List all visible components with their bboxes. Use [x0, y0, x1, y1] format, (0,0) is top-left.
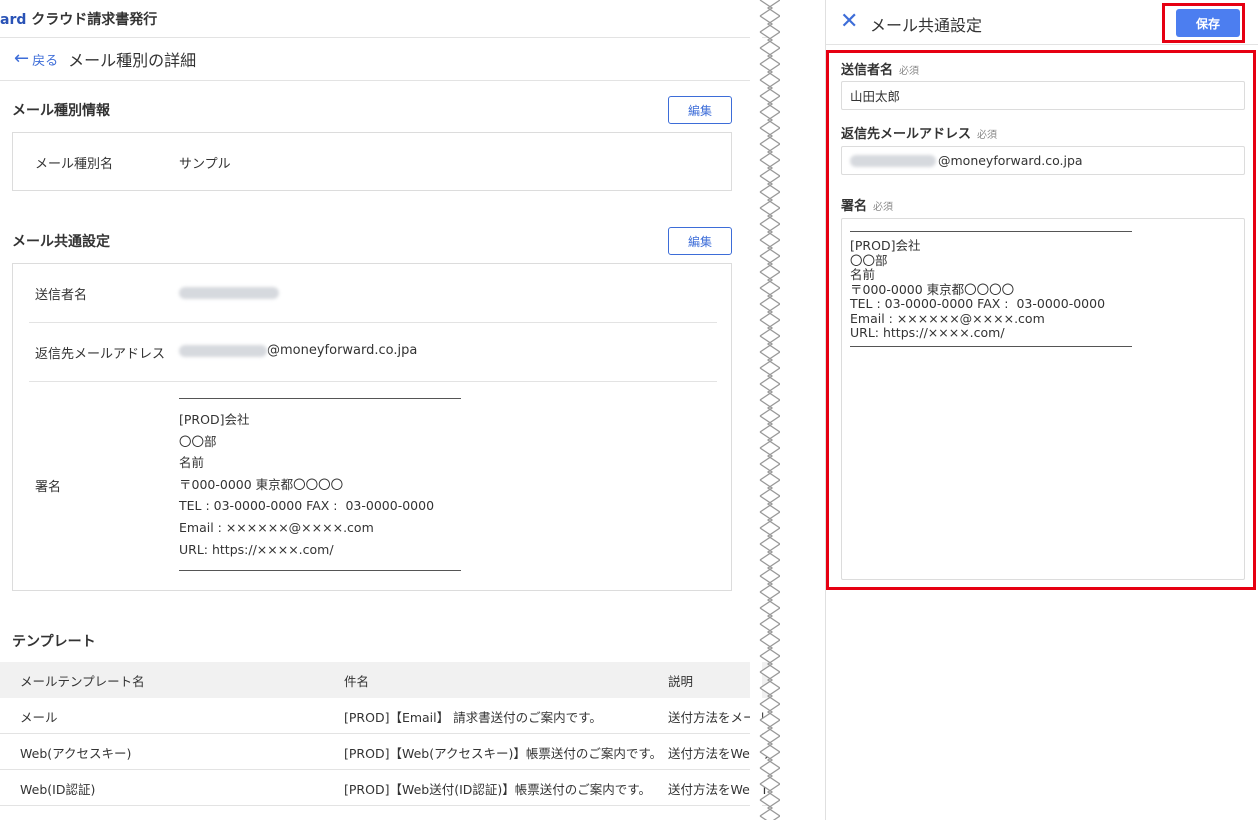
signature-bottom-rule: [850, 346, 1132, 347]
signature-line: Email : ××××××@××××.com: [850, 310, 1045, 326]
save-button[interactable]: 保存: [1176, 9, 1240, 37]
mail-type-heading: メール種別情報: [12, 103, 110, 119]
mail-type-detail-page: ard クラウド請求書発行 ← 戻る メール種別の詳細 メール種別情報 編集 メ…: [0, 0, 770, 820]
template-subject-cell: [PROD]【Email】 請求書送付のご案内です。: [344, 709, 602, 725]
signature-label: 署名: [35, 480, 62, 495]
signature-line: TEL : 03-0000-0000 FAX : 03-0000-0000: [850, 296, 1106, 311]
reply-address-input[interactable]: @moneyforward.co.jpa: [841, 146, 1245, 175]
signature-line: 〇〇部: [850, 252, 888, 268]
row-divider: [29, 322, 717, 323]
page-header: ← 戻る メール種別の詳細: [0, 38, 770, 81]
required-badge: 必須: [873, 202, 894, 213]
common-settings-drawer: ✕ メール共通設定 保存 送信者名 必須 山田太郎 返信先メールアドレス 必須 @m…: [825, 0, 1258, 820]
reply-address-value: @moneyforward.co.jpa: [179, 343, 417, 358]
zigzag-cut-divider: [750, 0, 790, 820]
template-subject-cell: [PROD]【Web送付(ID認証)】帳票送付のご案内です。: [344, 781, 652, 797]
sender-name-label: 送信者名: [35, 288, 88, 303]
app-header: ard クラウド請求書発行: [0, 0, 770, 38]
common-settings-box: 送信者名 返信先メールアドレス @moneyforward.co.jpa 署名 …: [12, 263, 732, 591]
edit-common-settings-button[interactable]: 編集: [668, 227, 732, 255]
table-header-row: メールテンプレート名 件名 説明: [0, 662, 770, 698]
sender-name-value-redacted: [179, 285, 279, 300]
row-divider: [29, 381, 717, 382]
signature-line: 名前: [850, 267, 876, 282]
table-row[interactable]: メール [PROD]【Email】 請求書送付のご案内です。 送付方法をメール: [0, 698, 770, 734]
reply-address-label: 返信先メールアドレス: [35, 347, 166, 362]
drawer-title: メール共通設定: [870, 16, 983, 35]
reply-address-field-label: 返信先メールアドレス 必須: [841, 123, 997, 142]
signature-bottom-rule: [179, 570, 461, 571]
table-row[interactable]: Web(ID認証) [PROD]【Web送付(ID認証)】帳票送付のご案内です。…: [0, 770, 770, 806]
back-label: 戻る: [32, 53, 59, 69]
signature-line: TEL : 03-0000-0000 FAX : 03-0000-0000: [179, 498, 435, 514]
arrow-left-icon: ←: [14, 48, 30, 69]
required-badge: 必須: [899, 66, 920, 77]
mail-type-name-value: サンプル: [179, 157, 231, 172]
required-badge: 必須: [977, 130, 998, 141]
mail-type-name-label: メール種別名: [35, 157, 114, 172]
template-subject-cell: [PROD]【Web(アクセスキー)】帳票送付のご案内です。: [344, 745, 663, 761]
signature-line: 〇〇部: [179, 433, 217, 449]
form-highlight-box: 送信者名 必須 山田太郎 返信先メールアドレス 必須 @moneyforward.c…: [826, 50, 1256, 590]
signature-line: [PROD]会社: [179, 412, 250, 427]
signature-top-rule: [179, 398, 461, 399]
template-name-cell: Web(ID認証): [20, 781, 96, 797]
close-icon[interactable]: ✕: [840, 11, 860, 33]
signature-line: URL: https://××××.com/: [850, 325, 1005, 340]
signature-line: 〒000-0000 東京都〇〇〇〇: [179, 476, 344, 492]
signature-top-rule: [850, 231, 1132, 232]
app-title: クラウド請求書発行: [31, 11, 158, 28]
templates-table: メールテンプレート名 件名 説明 メール [PROD]【Email】 請求書送付…: [0, 662, 770, 806]
column-header-template-name: メールテンプレート名: [20, 673, 145, 689]
mail-type-box: メール種別名 サンプル: [12, 132, 732, 191]
sender-name-input[interactable]: 山田太郎: [841, 81, 1245, 110]
back-link[interactable]: ← 戻る: [14, 50, 58, 69]
edit-mail-type-button[interactable]: 編集: [668, 96, 732, 124]
reply-address-domain: @moneyforward.co.jpa: [267, 343, 418, 358]
column-header-subject: 件名: [344, 673, 370, 689]
signature-line: 名前: [179, 455, 205, 471]
brand-name: ard: [0, 11, 27, 28]
signature-textarea[interactable]: [PROD]会社 〇〇部 名前 〒000-0000 東京都〇〇〇〇 TEL : 03-0…: [841, 218, 1245, 580]
page-title: メール種別の詳細: [68, 51, 197, 70]
reply-address-label-text: 返信先メールアドレス: [841, 127, 972, 142]
signature-label-text: 署名: [841, 199, 868, 214]
sender-name-field-label: 送信者名 必須: [841, 59, 919, 78]
signature-line: Email : ××××××@××××.com: [179, 519, 374, 535]
signature-line: 〒000-0000 東京都〇〇〇〇: [850, 281, 1015, 297]
signature-text: [PROD]会社 〇〇部名前〒000-0000 東京都〇〇〇〇 TEL : 03-0…: [179, 409, 434, 560]
template-name-cell: Web(アクセスキー): [20, 745, 132, 761]
sender-name-label-text: 送信者名: [841, 63, 894, 78]
signature-line: URL: https://××××.com/: [179, 541, 334, 557]
table-row[interactable]: Web(アクセスキー) [PROD]【Web(アクセスキー)】帳票送付のご案内で…: [0, 734, 770, 770]
common-settings-heading: メール共通設定: [12, 234, 110, 250]
app-logo[interactable]: ard クラウド請求書発行: [0, 9, 157, 29]
reply-address-input-domain: @moneyforward.co.jpa: [938, 153, 1083, 168]
signature-line: [PROD]会社: [850, 238, 921, 253]
templates-heading: テンプレート: [12, 634, 96, 650]
signature-textarea-text: [PROD]会社 〇〇部 名前 〒000-0000 東京都〇〇〇〇 TEL : 03-0…: [850, 238, 1106, 341]
template-name-cell: メール: [20, 709, 58, 725]
signature-field-label: 署名 必須: [841, 195, 893, 214]
